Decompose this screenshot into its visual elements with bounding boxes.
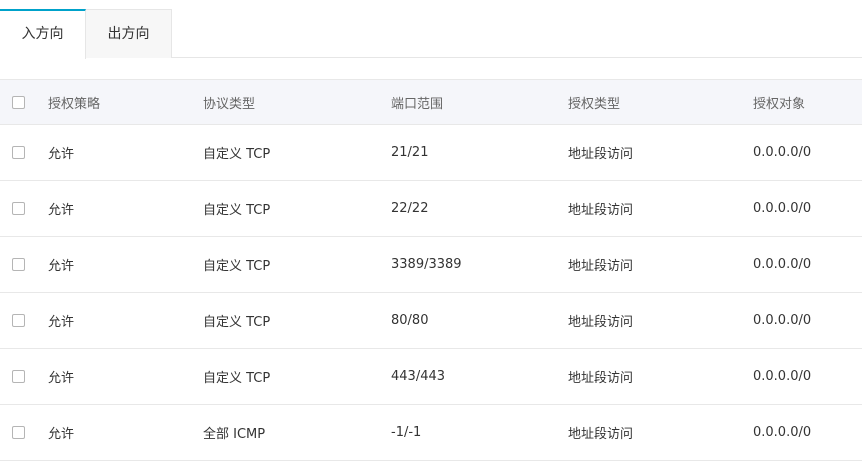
- row-checkbox[interactable]: [12, 202, 25, 215]
- cell-auth-type: 地址段访问: [568, 259, 634, 274]
- select-all-cell: [12, 80, 25, 124]
- cell-auth-object: 0.0.0.0/0: [753, 257, 812, 272]
- cell-port-range: 443/443: [391, 369, 446, 384]
- cell-protocol: 全部 ICMP: [203, 427, 266, 442]
- row-select-cell: [12, 181, 25, 236]
- cell-port-range: -1/-1: [391, 425, 422, 440]
- cell-auth-type: 地址段访问: [568, 427, 634, 442]
- cell-protocol: 自定义 TCP: [203, 259, 271, 274]
- header-auth-type: 授权类型: [568, 96, 621, 112]
- security-rules-table: 授权策略 协议类型 端口范围 授权类型 授权对象 允许 自定义 TCP 21/21 地…: [0, 79, 862, 461]
- table-row: 允许 自定义 TCP 3389/3389 地址段访问 0.0.0.0/0: [0, 237, 862, 293]
- cell-auth-type: 地址段访问: [568, 203, 634, 218]
- row-checkbox[interactable]: [12, 370, 25, 383]
- row-select-cell: [12, 237, 25, 292]
- row-select-cell: [12, 349, 25, 404]
- header-auth-object: 授权对象: [753, 96, 806, 112]
- table-row: 允许 自定义 TCP 443/443 地址段访问 0.0.0.0/0: [0, 349, 862, 405]
- row-select-cell: [12, 293, 25, 348]
- cell-policy: 允许: [48, 259, 75, 274]
- cell-policy: 允许: [48, 203, 75, 218]
- cell-auth-type: 地址段访问: [568, 147, 634, 162]
- cell-protocol: 自定义 TCP: [203, 315, 271, 330]
- row-checkbox[interactable]: [12, 314, 25, 327]
- header-port-range: 端口范围: [391, 96, 444, 112]
- select-all-checkbox[interactable]: [12, 95, 25, 109]
- table-header-row: 授权策略 协议类型 端口范围 授权类型 授权对象: [0, 80, 862, 125]
- cell-auth-object: 0.0.0.0/0: [753, 425, 812, 440]
- cell-port-range: 3389/3389: [391, 257, 462, 272]
- cell-auth-object: 0.0.0.0/0: [753, 369, 812, 384]
- cell-auth-object: 0.0.0.0/0: [753, 313, 812, 328]
- table-row: 允许 自定义 TCP 80/80 地址段访问 0.0.0.0/0: [0, 293, 862, 349]
- tab-inbound[interactable]: 入方向: [0, 9, 86, 59]
- table-row: 允许 自定义 TCP 22/22 地址段访问 0.0.0.0/0: [0, 181, 862, 237]
- row-checkbox[interactable]: [12, 146, 25, 159]
- cell-port-range: 21/21: [391, 145, 429, 160]
- cell-protocol: 自定义 TCP: [203, 147, 271, 162]
- cell-auth-type: 地址段访问: [568, 315, 634, 330]
- cell-port-range: 80/80: [391, 313, 429, 328]
- table-row: 允许 自定义 TCP 21/21 地址段访问 0.0.0.0/0: [0, 125, 862, 181]
- table-body: 允许 自定义 TCP 21/21 地址段访问 0.0.0.0/0 允许 自定义 TCP 22/…: [0, 125, 862, 461]
- cell-policy: 允许: [48, 315, 75, 330]
- row-select-cell: [12, 125, 25, 180]
- cell-auth-object: 0.0.0.0/0: [753, 145, 812, 160]
- tab-outbound[interactable]: 出方向: [86, 9, 172, 58]
- cell-policy: 允许: [48, 147, 75, 162]
- cell-auth-type: 地址段访问: [568, 371, 634, 386]
- table-row: 允许 全部 ICMP -1/-1 地址段访问 0.0.0.0/0: [0, 405, 862, 461]
- cell-protocol: 自定义 TCP: [203, 371, 271, 386]
- header-policy: 授权策略: [48, 96, 101, 112]
- cell-policy: 允许: [48, 371, 75, 386]
- row-select-cell: [12, 405, 25, 460]
- cell-policy: 允许: [48, 427, 75, 442]
- direction-tabs: 入方向 出方向: [0, 9, 862, 59]
- row-checkbox[interactable]: [12, 258, 25, 271]
- row-checkbox[interactable]: [12, 426, 25, 439]
- header-protocol: 协议类型: [203, 96, 256, 112]
- cell-port-range: 22/22: [391, 201, 429, 216]
- cell-auth-object: 0.0.0.0/0: [753, 201, 812, 216]
- cell-protocol: 自定义 TCP: [203, 203, 271, 218]
